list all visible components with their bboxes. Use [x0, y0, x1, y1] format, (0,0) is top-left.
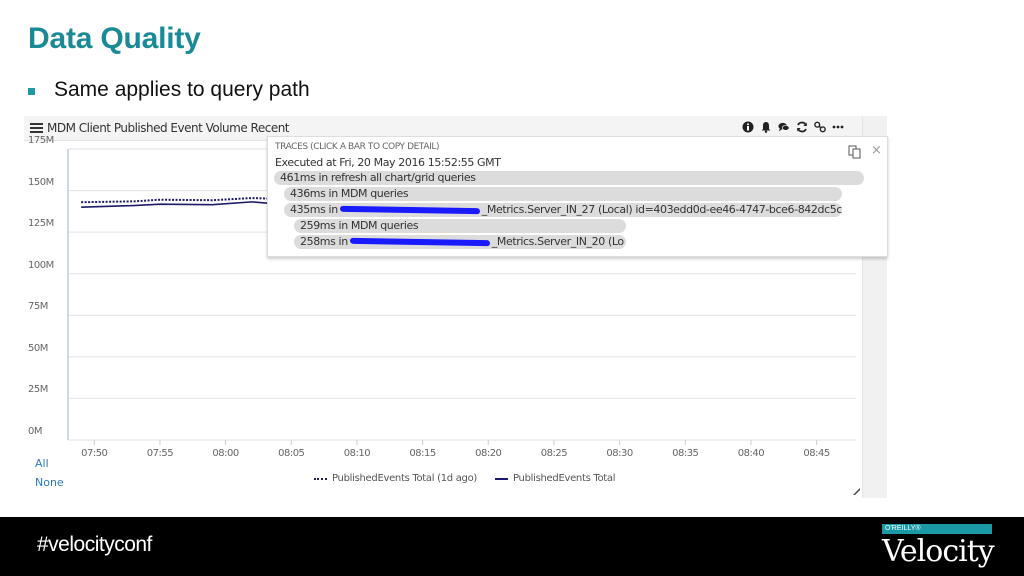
legend-item-1d-ago[interactable]: PublishedEvents Total (1d ago) [314, 473, 477, 484]
trace-text: 461ms in refresh all chart/grid queries [280, 171, 476, 184]
x-tick-label: 08:35 [672, 448, 699, 459]
traces-executed-time: Executed at Fri, 20 May 2016 15:52:55 GM… [275, 156, 501, 169]
chart-legend: PublishedEvents Total (1d ago) Published… [314, 473, 616, 484]
brand-publisher: O'REILLY® [885, 525, 921, 532]
x-tick-label: 07:55 [146, 448, 174, 459]
redaction-scribble [349, 237, 490, 247]
legend-item-total[interactable]: PublishedEvents Total [495, 473, 616, 484]
legend-label: PublishedEvents Total (1d ago) [332, 473, 477, 484]
x-tick-label: 08:00 [212, 448, 239, 459]
x-tick-label: 07:50 [81, 448, 108, 459]
trace-bar[interactable]: 461ms in refresh all chart/grid queries [274, 171, 864, 185]
x-tick-label: 08:45 [803, 448, 830, 459]
solid-line-swatch-icon [495, 477, 508, 480]
conference-hashtag: #velocityconf [37, 533, 152, 556]
legend-select-none-link[interactable]: None [35, 476, 64, 489]
trace-text: _Metrics.Server_IN_27 (Local) id=403edd0… [481, 203, 842, 216]
slide-footer: #velocityconf O'REILLY® Velocity [0, 517, 1024, 576]
y-tick-label: 150M [28, 176, 54, 188]
redaction-scribble [339, 205, 480, 215]
y-tick-label: 0M [28, 426, 43, 437]
x-tick-label: 08:30 [606, 448, 633, 459]
y-tick-label: 175M [28, 135, 54, 146]
x-tick-label: 08:25 [540, 448, 568, 459]
slide-title: Data Quality [28, 22, 201, 55]
brand-publisher-bar: O'REILLY® [882, 524, 992, 534]
trace-bar[interactable]: 435ms in _Metrics.Server_IN_27 (Local) id… [284, 203, 842, 217]
y-tick-label: 75M [28, 301, 48, 313]
trace-text: 259ms in MDM queries [300, 219, 419, 232]
traces-popup: TRACES (CLICK A BAR TO COPY DETAIL) Exec… [267, 136, 888, 257]
trace-text: 436ms in MDM queries [290, 187, 409, 200]
x-tick-label: 08:40 [737, 448, 765, 459]
y-tick-label: 50M [28, 342, 48, 354]
copy-icon[interactable] [848, 145, 862, 159]
x-tick-label: 08:15 [409, 448, 436, 459]
trace-text: _Metrics.Server_IN_20 (Lo [491, 235, 624, 248]
x-tick-label: 08:20 [475, 448, 502, 459]
traces-heading: TRACES (CLICK A BAR TO COPY DETAIL) [275, 142, 440, 152]
legend-select-all-link[interactable]: All [35, 457, 49, 470]
dotted-line-swatch-icon [314, 477, 327, 480]
trace-bar[interactable]: 259ms in MDM queries [294, 219, 626, 233]
trace-text: 258ms in [300, 235, 348, 248]
resize-grip-icon[interactable] [852, 487, 860, 495]
bullet-item: Same applies to query path [28, 78, 310, 102]
x-tick-label: 08:05 [278, 448, 305, 459]
y-tick-label: 100M [28, 259, 54, 271]
y-tick-label: 125M [28, 218, 54, 230]
brand-logo-velocity: Velocity [882, 534, 995, 569]
y-tick-label: 25M [28, 384, 48, 396]
trace-text: 435ms in [290, 203, 338, 216]
bullet-text: Same applies to query path [54, 78, 310, 101]
trace-bar[interactable]: 258ms in _Metrics.Server_IN_20 (Lo [294, 235, 626, 249]
close-icon[interactable]: × [871, 143, 882, 158]
trace-bar[interactable]: 436ms in MDM queries [284, 187, 842, 201]
bullet-square-icon [28, 87, 35, 95]
x-tick-label: 08:10 [343, 448, 371, 459]
legend-label: PublishedEvents Total [513, 473, 616, 484]
